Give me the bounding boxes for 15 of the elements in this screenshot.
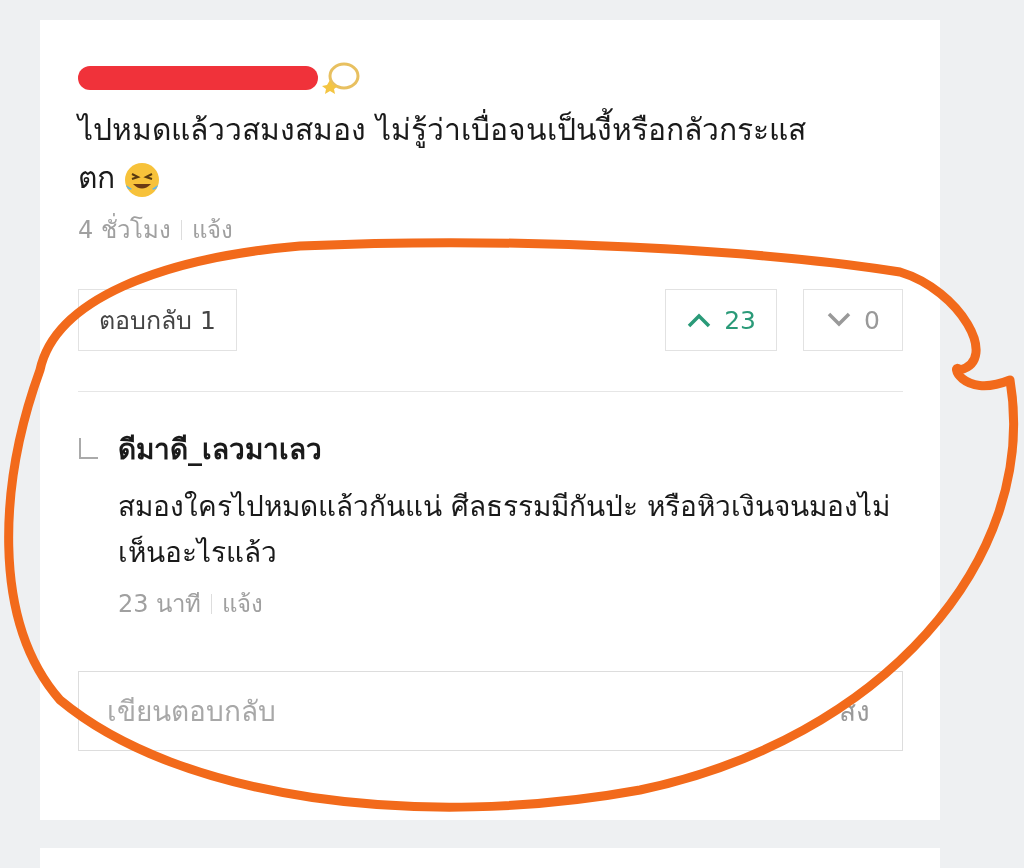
chevron-down-icon	[826, 312, 853, 328]
reply-author: ดีมาดี_เลวมาเลว	[118, 432, 323, 468]
reply-time: 23 นาที	[118, 589, 202, 620]
downvote-button[interactable]: 0	[803, 289, 903, 351]
report-link[interactable]: แจ้ง	[191, 210, 233, 249]
laughing-emoji-icon	[123, 160, 161, 199]
reply-button[interactable]: ตอบกลับ 1	[78, 289, 237, 351]
reply-text: สมองใครไปหมดแล้วกันแน่ ศีลธรรมมีกันป่ะ หรือหิวเงินจนมองไม่เห็นอะไรแล้ว	[118, 489, 891, 571]
sparkle-icon	[322, 60, 362, 96]
report-link[interactable]: แจ้ง	[222, 584, 264, 623]
reply-corner-icon	[78, 438, 100, 460]
comment-text: ไปหมดแล้ววสมงสมอง ไม่รู้ว่าเบื่อจนเป็นงี้หรือกลัวกระแสตก	[78, 106, 838, 202]
chevron-up-icon	[686, 312, 713, 328]
upvote-button[interactable]: 23	[665, 289, 777, 351]
comment-time: 4 ชั่วโมง	[78, 210, 171, 249]
